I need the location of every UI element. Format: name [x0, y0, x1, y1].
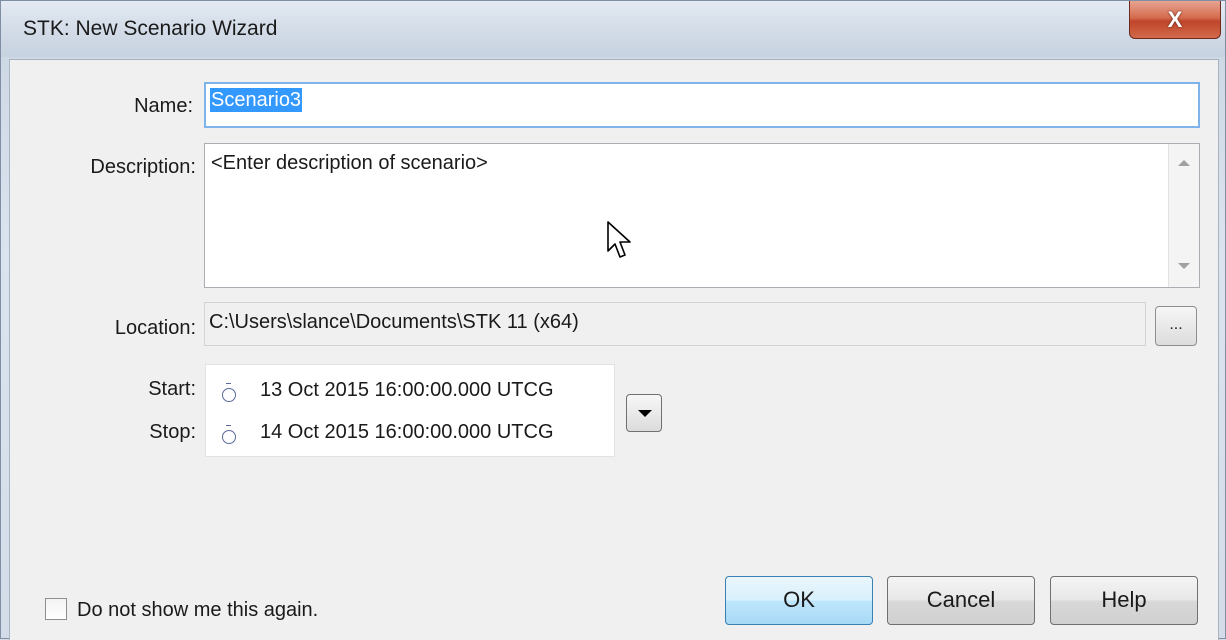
- scroll-down-icon[interactable]: [1178, 263, 1190, 269]
- do-not-show-checkbox[interactable]: [45, 598, 67, 620]
- description-scrollbar[interactable]: [1168, 144, 1199, 287]
- title-bar[interactable]: STK: New Scenario Wizard X: [1, 1, 1225, 57]
- wizard-window: STK: New Scenario Wizard X Name: Scenari…: [0, 0, 1226, 640]
- description-label: Description:: [90, 156, 196, 178]
- help-button[interactable]: Help: [1050, 576, 1198, 625]
- location-value: C:\Users\slance\Documents\STK 11 (x64): [209, 311, 579, 333]
- scroll-up-icon[interactable]: [1178, 160, 1190, 166]
- clock-icon: [222, 424, 236, 444]
- start-label: Start:: [148, 378, 196, 400]
- description-textarea[interactable]: <Enter description of scenario>: [204, 143, 1200, 288]
- start-time-value: 13 Oct 2015 16:00:00.000 UTCG: [260, 379, 554, 401]
- stop-label: Stop:: [149, 421, 196, 443]
- cancel-button[interactable]: Cancel: [887, 576, 1035, 625]
- mouse-pointer-icon: [607, 221, 631, 258]
- close-icon: X: [1167, 6, 1183, 32]
- stop-time-row[interactable]: 14 Oct 2015 16:00:00.000 UTCG: [222, 421, 554, 444]
- description-value: <Enter description of scenario>: [211, 152, 488, 174]
- ok-button[interactable]: OK: [725, 576, 873, 625]
- triangle-down-icon: [638, 410, 652, 417]
- close-button[interactable]: X: [1129, 1, 1221, 39]
- time-period-panel: 13 Oct 2015 16:00:00.000 UTCG 14 Oct 201…: [205, 364, 615, 457]
- start-time-row[interactable]: 13 Oct 2015 16:00:00.000 UTCG: [222, 379, 554, 402]
- name-value: Scenario3: [210, 88, 303, 112]
- do-not-show-label[interactable]: Do not show me this again.: [77, 599, 318, 622]
- location-field: C:\Users\slance\Documents\STK 11 (x64): [204, 302, 1146, 346]
- window-title: STK: New Scenario Wizard: [23, 17, 278, 40]
- location-label: Location:: [114, 317, 196, 339]
- stop-time-value: 14 Oct 2015 16:00:00.000 UTCG: [260, 421, 554, 443]
- clock-icon: [222, 382, 236, 402]
- name-label: Name:: [134, 95, 193, 117]
- name-input[interactable]: Scenario3: [204, 82, 1200, 128]
- time-dropdown-button[interactable]: [626, 394, 662, 432]
- browse-button[interactable]: ...: [1155, 306, 1197, 346]
